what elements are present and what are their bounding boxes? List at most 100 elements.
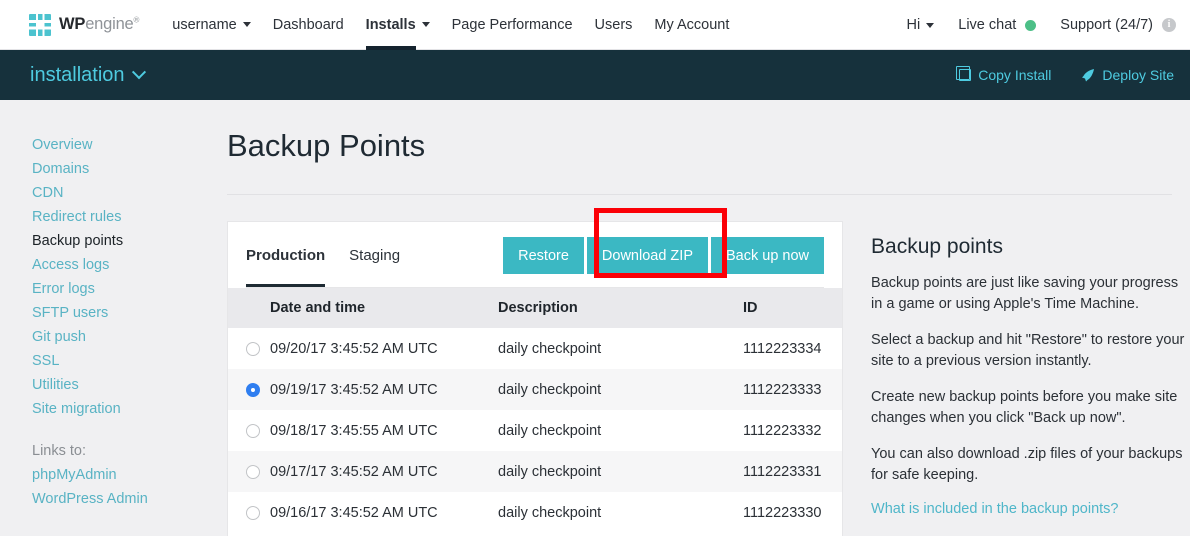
- row-date-cell: 09/20/17 3:45:52 AM UTC: [270, 328, 498, 369]
- row-id-cell: 1112223331: [743, 451, 842, 492]
- title-divider: [227, 194, 1172, 195]
- row-select-cell[interactable]: [228, 328, 270, 369]
- sidebar-item-git-push[interactable]: Git push: [0, 325, 227, 349]
- download-zip-button[interactable]: Download ZIP: [587, 237, 708, 274]
- table-row[interactable]: 09/19/17 3:45:52 AM UTC daily checkpoint…: [228, 369, 842, 410]
- backup-radio-button[interactable]: [246, 383, 260, 397]
- sidebar-item-site-migration[interactable]: Site migration: [0, 397, 227, 421]
- logo-wp-text: WP: [59, 15, 85, 33]
- sidebar-item-ssl[interactable]: SSL: [0, 349, 227, 373]
- backup-radio-button[interactable]: [246, 506, 260, 520]
- backup-radio-button[interactable]: [246, 465, 260, 479]
- logo-registered-mark: ®: [134, 16, 140, 25]
- table-body: 09/20/17 3:45:52 AM UTC daily checkpoint…: [228, 328, 842, 533]
- wpengine-backup-points-page: WPengine® username Dashboard Installs Pa…: [0, 0, 1190, 536]
- help-paragraph: Select a backup and hit "Restore" to res…: [871, 330, 1190, 372]
- nav-item-label: Page Performance: [452, 17, 573, 33]
- environment-tabs: Production Staging: [246, 222, 424, 288]
- row-description-cell: daily checkpoint: [498, 451, 743, 492]
- nav-item-dashboard[interactable]: Dashboard: [273, 0, 344, 50]
- chevron-down-icon: [131, 65, 145, 79]
- install-name-label: installation: [30, 64, 125, 87]
- help-paragraph: You can also download .zip files of your…: [871, 444, 1190, 486]
- nav-item-users[interactable]: Users: [595, 0, 633, 50]
- row-select-cell[interactable]: [228, 492, 270, 533]
- nav-item-label: username: [172, 17, 236, 33]
- row-description-cell: daily checkpoint: [498, 328, 743, 369]
- backup-points-help-link[interactable]: What is included in the backup points?: [871, 501, 1190, 517]
- back-up-now-button[interactable]: Back up now: [711, 237, 824, 274]
- copy-icon: [959, 69, 971, 81]
- sidebar-item-phpmyadmin[interactable]: phpMyAdmin: [0, 463, 227, 487]
- row-date-cell: 09/19/17 3:45:52 AM UTC: [270, 369, 498, 410]
- nav-item-label: Installs: [366, 17, 416, 33]
- install-subheader-bar: installation Copy Install Deploy Site: [0, 50, 1190, 100]
- row-date-cell: 09/18/17 3:45:55 AM UTC: [270, 410, 498, 451]
- nav-item-my-account[interactable]: My Account: [654, 0, 729, 50]
- column-header-date-and-time: Date and time: [270, 288, 498, 328]
- nav-item-page-performance[interactable]: Page Performance: [452, 0, 573, 50]
- deploy-site-button[interactable]: Deploy Site: [1081, 67, 1174, 83]
- backup-radio-button[interactable]: [246, 342, 260, 356]
- install-sidebar-nav: Overview Domains CDN Redirect rules Back…: [0, 100, 227, 511]
- toolbar-divider: [246, 287, 824, 288]
- row-description-cell: daily checkpoint: [498, 410, 743, 451]
- sidebar-item-wordpress-admin[interactable]: WordPress Admin: [0, 487, 227, 511]
- live-chat-online-status-icon: [1025, 20, 1036, 31]
- page-title: Backup Points: [227, 128, 1190, 164]
- help-paragraph: Backup points are just like saving your …: [871, 273, 1190, 315]
- nav-item-hi-menu[interactable]: Hi: [907, 0, 935, 50]
- row-id-cell: 1112223334: [743, 328, 842, 369]
- backup-points-card: Production Staging Restore Download ZIP …: [227, 221, 843, 536]
- top-nav-right-group: Hi Live chat Support (24/7) i: [883, 0, 1176, 50]
- chevron-down-icon: [422, 22, 430, 27]
- sidebar-item-cdn[interactable]: CDN: [0, 181, 227, 205]
- nav-item-username[interactable]: username: [172, 0, 250, 50]
- top-navigation-bar: WPengine® username Dashboard Installs Pa…: [0, 0, 1190, 50]
- table-row[interactable]: 09/20/17 3:45:52 AM UTC daily checkpoint…: [228, 328, 842, 369]
- column-header-select: [228, 288, 270, 328]
- wpengine-logo[interactable]: WPengine®: [29, 14, 139, 36]
- table-row[interactable]: 09/16/17 3:45:52 AM UTC daily checkpoint…: [228, 492, 842, 533]
- sidebar-item-utilities[interactable]: Utilities: [0, 373, 227, 397]
- sidebar-item-access-logs[interactable]: Access logs: [0, 253, 227, 277]
- row-description-cell: daily checkpoint: [498, 369, 743, 410]
- sidebar-item-error-logs[interactable]: Error logs: [0, 277, 227, 301]
- install-selector[interactable]: installation: [30, 64, 144, 87]
- tab-label: Production: [246, 247, 325, 264]
- live-chat-label: Live chat: [958, 17, 1016, 33]
- table-row[interactable]: 09/17/17 3:45:52 AM UTC daily checkpoint…: [228, 451, 842, 492]
- chevron-down-icon: [243, 22, 251, 27]
- row-select-cell[interactable]: [228, 410, 270, 451]
- restore-button[interactable]: Restore: [503, 237, 584, 274]
- row-select-cell[interactable]: [228, 451, 270, 492]
- subheader-actions: Copy Install Deploy Site: [929, 67, 1174, 83]
- sidebar-item-redirect-rules[interactable]: Redirect rules: [0, 205, 227, 229]
- wpengine-grid-logo-icon: [29, 14, 51, 36]
- nav-item-live-chat[interactable]: Live chat: [958, 0, 1036, 50]
- copy-install-label: Copy Install: [978, 67, 1051, 83]
- rocket-icon: [1081, 68, 1095, 82]
- tab-production[interactable]: Production: [246, 222, 325, 288]
- table-row[interactable]: 09/18/17 3:45:55 AM UTC daily checkpoint…: [228, 410, 842, 451]
- sidebar-item-overview[interactable]: Overview: [0, 133, 227, 157]
- row-date-cell: 09/16/17 3:45:52 AM UTC: [270, 492, 498, 533]
- nav-item-installs[interactable]: Installs: [366, 0, 430, 50]
- column-header-description: Description: [498, 288, 743, 328]
- sidebar-item-backup-points[interactable]: Backup points: [0, 229, 227, 253]
- sidebar-item-domains[interactable]: Domains: [0, 157, 227, 181]
- info-icon[interactable]: i: [1162, 18, 1176, 32]
- table-header-row: Date and time Description ID: [228, 288, 842, 328]
- backup-radio-button[interactable]: [246, 424, 260, 438]
- deploy-site-label: Deploy Site: [1102, 67, 1174, 83]
- chevron-down-icon: [926, 23, 934, 28]
- main-content: Backup Points Production Staging Restore: [227, 100, 1190, 536]
- nav-item-support[interactable]: Support (24/7) i: [1060, 0, 1176, 50]
- row-description-cell: daily checkpoint: [498, 492, 743, 533]
- copy-install-button[interactable]: Copy Install: [959, 67, 1051, 83]
- row-select-cell[interactable]: [228, 369, 270, 410]
- hi-label: Hi: [907, 17, 921, 33]
- sidebar-item-sftp-users[interactable]: SFTP users: [0, 301, 227, 325]
- tab-staging[interactable]: Staging: [349, 222, 400, 288]
- help-panel: Backup points Backup points are just lik…: [871, 221, 1190, 536]
